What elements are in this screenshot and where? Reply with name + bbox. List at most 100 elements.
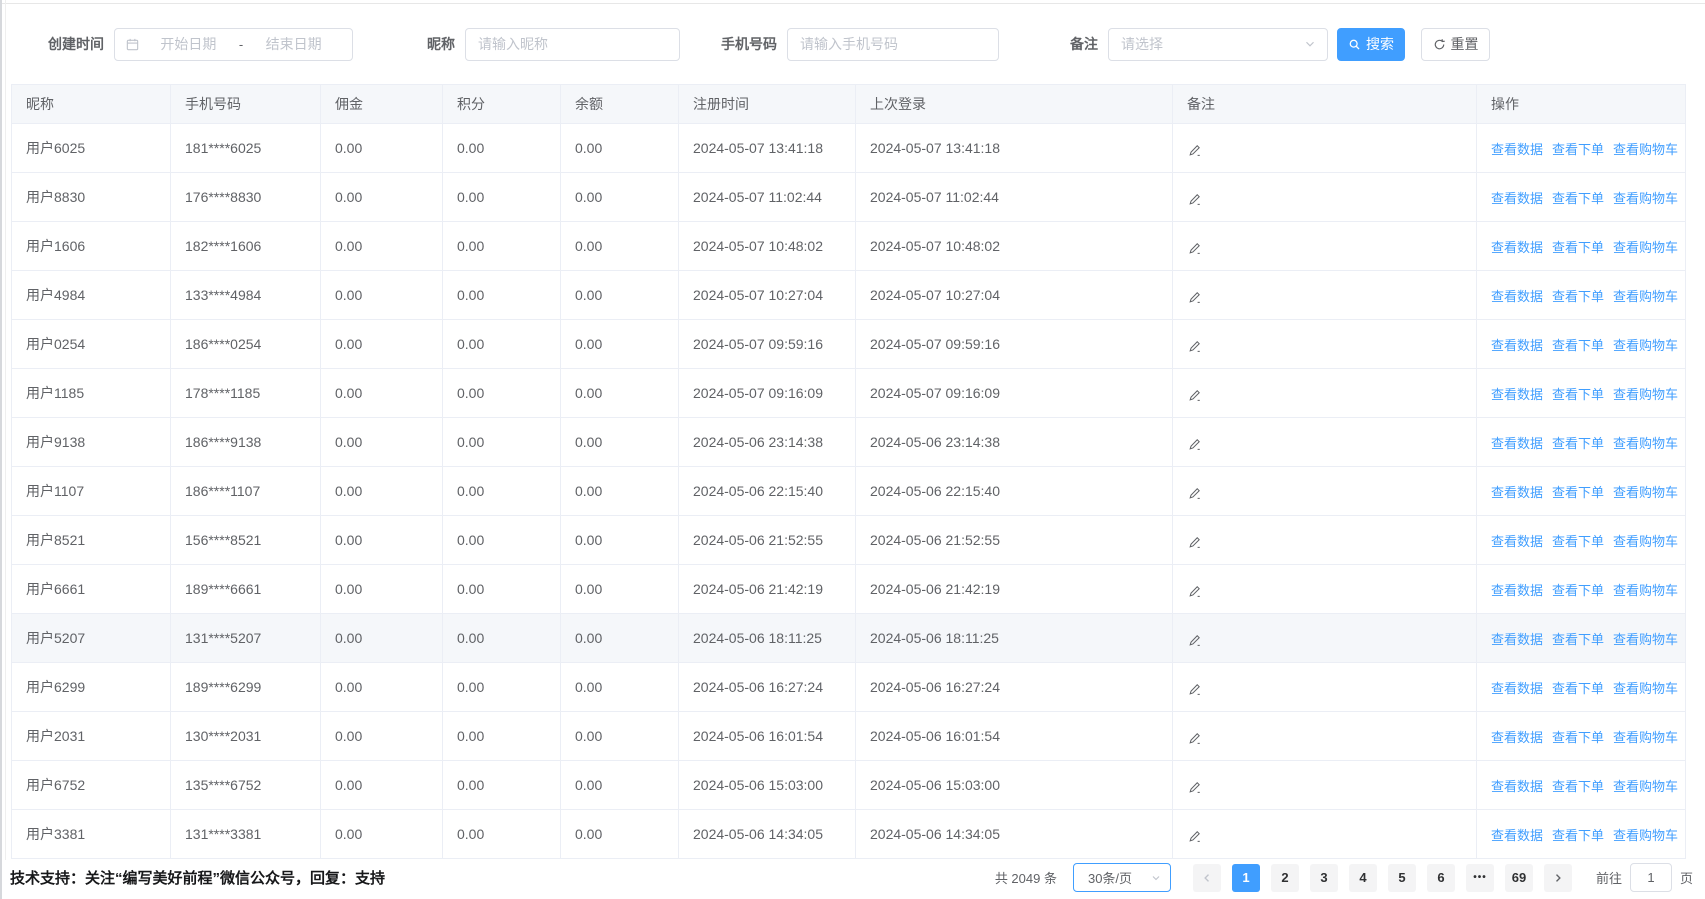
pencil-icon[interactable] xyxy=(1187,829,1462,844)
view-orders-link[interactable]: 查看下单 xyxy=(1552,534,1604,549)
view-data-link[interactable]: 查看数据 xyxy=(1491,289,1543,304)
view-orders-link[interactable]: 查看下单 xyxy=(1552,289,1604,304)
view-cart-link[interactable]: 查看购物车 xyxy=(1613,240,1678,255)
cell-balance: 0.00 xyxy=(561,320,679,369)
view-orders-link[interactable]: 查看下单 xyxy=(1552,632,1604,647)
phone-label: 手机号码 xyxy=(721,34,777,54)
view-cart-link[interactable]: 查看购物车 xyxy=(1613,730,1678,745)
pencil-icon[interactable] xyxy=(1187,192,1462,207)
view-orders-link[interactable]: 查看下单 xyxy=(1552,436,1604,451)
page-button-5[interactable]: 5 xyxy=(1388,864,1416,892)
pencil-icon[interactable] xyxy=(1187,339,1462,354)
pencil-icon[interactable] xyxy=(1187,143,1462,158)
page-button-last[interactable]: 69 xyxy=(1505,864,1533,892)
cell-commission: 0.00 xyxy=(321,761,443,810)
cell-nickname: 用户2031 xyxy=(12,712,171,761)
page-button-6[interactable]: 6 xyxy=(1427,864,1455,892)
view-data-link[interactable]: 查看数据 xyxy=(1491,436,1543,451)
pencil-icon[interactable] xyxy=(1187,437,1462,452)
chevron-down-icon xyxy=(1150,872,1162,884)
view-data-link[interactable]: 查看数据 xyxy=(1491,681,1543,696)
view-orders-link[interactable]: 查看下单 xyxy=(1552,240,1604,255)
view-cart-link[interactable]: 查看购物车 xyxy=(1613,681,1678,696)
view-orders-link[interactable]: 查看下单 xyxy=(1552,779,1604,794)
view-orders-link[interactable]: 查看下单 xyxy=(1552,142,1604,157)
view-data-link[interactable]: 查看数据 xyxy=(1491,240,1543,255)
view-orders-link[interactable]: 查看下单 xyxy=(1552,730,1604,745)
end-date-placeholder[interactable]: 结束日期 xyxy=(245,34,342,54)
pencil-icon[interactable] xyxy=(1187,535,1462,550)
cell-nickname: 用户9138 xyxy=(12,418,171,467)
phone-input[interactable] xyxy=(787,28,999,61)
view-orders-link[interactable]: 查看下单 xyxy=(1552,681,1604,696)
view-data-link[interactable]: 查看数据 xyxy=(1491,338,1543,353)
view-cart-link[interactable]: 查看购物车 xyxy=(1613,632,1678,647)
view-cart-link[interactable]: 查看购物车 xyxy=(1613,436,1678,451)
cell-balance: 0.00 xyxy=(561,271,679,320)
table-row: 用户6299189****62990.000.000.002024-05-06 … xyxy=(12,663,1686,712)
view-cart-link[interactable]: 查看购物车 xyxy=(1613,338,1678,353)
left-edge xyxy=(0,0,2,899)
cell-phone: 181****6025 xyxy=(171,124,321,173)
view-cart-link[interactable]: 查看购物车 xyxy=(1613,779,1678,794)
view-cart-link[interactable]: 查看购物车 xyxy=(1613,534,1678,549)
pencil-icon[interactable] xyxy=(1187,731,1462,746)
table-row: 用户2031130****20310.000.000.002024-05-06 … xyxy=(12,712,1686,761)
next-page-button[interactable] xyxy=(1544,864,1572,892)
view-data-link[interactable]: 查看数据 xyxy=(1491,534,1543,549)
pencil-icon[interactable] xyxy=(1187,780,1462,795)
search-button[interactable]: 搜索 xyxy=(1337,28,1405,61)
view-orders-link[interactable]: 查看下单 xyxy=(1552,387,1604,402)
cell-nickname: 用户1185 xyxy=(12,369,171,418)
view-cart-link[interactable]: 查看购物车 xyxy=(1613,485,1678,500)
cell-last-login: 2024-05-07 10:48:02 xyxy=(856,222,1173,271)
remark-select[interactable]: 请选择 xyxy=(1108,28,1328,61)
view-cart-link[interactable]: 查看购物车 xyxy=(1613,583,1678,598)
pencil-icon[interactable] xyxy=(1187,486,1462,501)
view-data-link[interactable]: 查看数据 xyxy=(1491,142,1543,157)
page-button-4[interactable]: 4 xyxy=(1349,864,1377,892)
view-orders-link[interactable]: 查看下单 xyxy=(1552,191,1604,206)
date-range-picker[interactable]: 开始日期 - 结束日期 xyxy=(114,28,353,61)
view-orders-link[interactable]: 查看下单 xyxy=(1552,485,1604,500)
prev-page-button[interactable] xyxy=(1193,864,1221,892)
start-date-placeholder[interactable]: 开始日期 xyxy=(140,34,237,54)
view-cart-link[interactable]: 查看购物车 xyxy=(1613,142,1678,157)
view-orders-link[interactable]: 查看下单 xyxy=(1552,583,1604,598)
pencil-icon[interactable] xyxy=(1187,633,1462,648)
view-data-link[interactable]: 查看数据 xyxy=(1491,485,1543,500)
cell-actions: 查看数据查看下单查看购物车 xyxy=(1477,810,1686,859)
view-cart-link[interactable]: 查看购物车 xyxy=(1613,828,1678,843)
cell-commission: 0.00 xyxy=(321,418,443,467)
reset-button[interactable]: 重置 xyxy=(1421,28,1490,61)
pencil-icon[interactable] xyxy=(1187,682,1462,697)
page-ellipsis-button[interactable]: ••• xyxy=(1466,864,1494,892)
view-cart-link[interactable]: 查看购物车 xyxy=(1613,191,1678,206)
view-data-link[interactable]: 查看数据 xyxy=(1491,730,1543,745)
page-size-select[interactable]: 30条/页 xyxy=(1073,863,1171,892)
view-orders-link[interactable]: 查看下单 xyxy=(1552,338,1604,353)
view-cart-link[interactable]: 查看购物车 xyxy=(1613,289,1678,304)
view-data-link[interactable]: 查看数据 xyxy=(1491,191,1543,206)
page-jump-input[interactable] xyxy=(1630,863,1672,892)
pencil-icon[interactable] xyxy=(1187,388,1462,403)
view-data-link[interactable]: 查看数据 xyxy=(1491,387,1543,402)
page-button-2[interactable]: 2 xyxy=(1271,864,1299,892)
column-header-6: 注册时间 xyxy=(679,85,856,124)
view-cart-link[interactable]: 查看购物车 xyxy=(1613,387,1678,402)
cell-commission: 0.00 xyxy=(321,124,443,173)
view-data-link[interactable]: 查看数据 xyxy=(1491,583,1543,598)
view-data-link[interactable]: 查看数据 xyxy=(1491,632,1543,647)
view-data-link[interactable]: 查看数据 xyxy=(1491,779,1543,794)
cell-remark xyxy=(1173,467,1477,516)
cell-commission: 0.00 xyxy=(321,614,443,663)
pencil-icon[interactable] xyxy=(1187,290,1462,305)
nickname-input[interactable] xyxy=(465,28,680,61)
view-data-link[interactable]: 查看数据 xyxy=(1491,828,1543,843)
remark-label: 备注 xyxy=(1070,34,1098,54)
pencil-icon[interactable] xyxy=(1187,241,1462,256)
page-button-3[interactable]: 3 xyxy=(1310,864,1338,892)
view-orders-link[interactable]: 查看下单 xyxy=(1552,828,1604,843)
page-button-1[interactable]: 1 xyxy=(1232,864,1260,892)
pencil-icon[interactable] xyxy=(1187,584,1462,599)
